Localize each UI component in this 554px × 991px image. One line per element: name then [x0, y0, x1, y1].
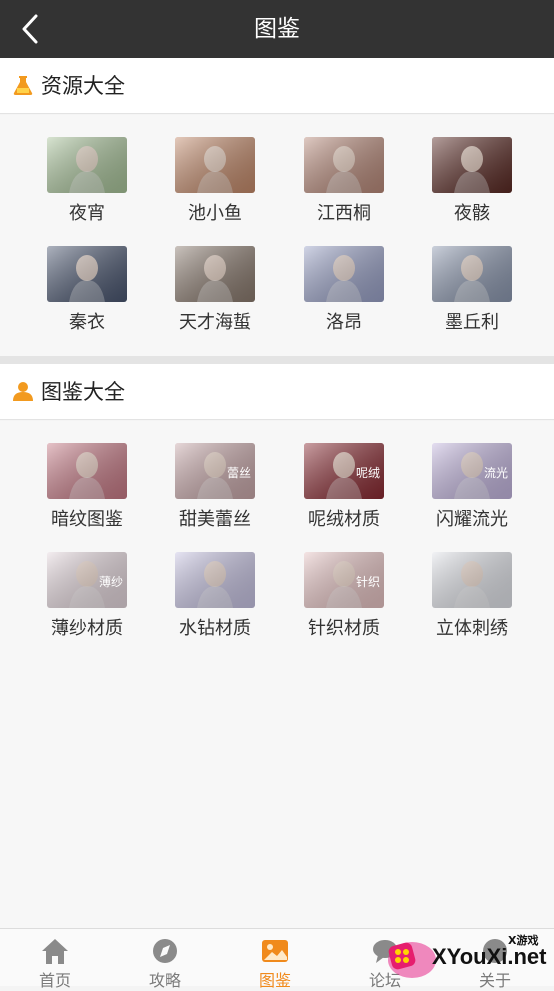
- tab-home[interactable]: 首页: [0, 929, 110, 990]
- item-thumbnail: [47, 137, 127, 193]
- tab-label: 攻略: [148, 971, 181, 990]
- item-label: 闪耀流光: [436, 509, 508, 530]
- grid-item[interactable]: 江西桐: [294, 137, 394, 237]
- section-header-collection: 图鉴大全: [0, 364, 554, 420]
- item-label: 薄纱材质: [51, 618, 123, 639]
- grid-item[interactable]: 流光闪耀流光: [422, 443, 522, 543]
- thumbnail-overlay-text: 流光: [484, 466, 509, 480]
- item-label: 立体刺绣: [436, 618, 508, 639]
- item-label: 针织材质: [308, 618, 380, 639]
- grid-item[interactable]: 墨丘利: [422, 246, 522, 346]
- grid-item[interactable]: 水钻材质: [165, 552, 265, 652]
- grid-item[interactable]: 薄纱薄纱材质: [37, 552, 137, 652]
- grid-item[interactable]: 针织针织材质: [294, 552, 394, 652]
- tab-gallery[interactable]: 图鉴: [220, 929, 330, 990]
- grid-item[interactable]: 池小鱼: [165, 137, 265, 237]
- item-label: 天才海蜇: [179, 312, 251, 333]
- item-thumbnail: 蕾丝: [175, 443, 255, 499]
- section-title: 图鉴大全: [41, 380, 125, 404]
- image-icon: [262, 940, 288, 962]
- item-thumbnail: [432, 246, 512, 302]
- grid-item[interactable]: 立体刺绣: [422, 552, 522, 652]
- tab-label: 图鉴: [258, 971, 291, 990]
- item-thumbnail: 呢绒: [304, 443, 384, 499]
- thumbnail-overlay-text: 薄纱: [99, 575, 124, 589]
- grid-item[interactable]: 呢绒呢绒材质: [294, 443, 394, 543]
- tab-guides[interactable]: 攻略: [110, 929, 220, 990]
- item-label: 夜骸: [454, 203, 490, 224]
- item-thumbnail: [47, 443, 127, 499]
- item-label: 秦衣: [69, 312, 105, 333]
- item-label: 水钻材质: [179, 618, 251, 639]
- section-title: 资源大全: [41, 74, 125, 98]
- compass-icon: [153, 939, 177, 963]
- page-title: 图鉴: [254, 16, 300, 42]
- thumbnail-overlay-text: 蕾丝: [227, 466, 252, 480]
- grid-item[interactable]: 天才海蜇: [165, 246, 265, 346]
- grid-item[interactable]: 秦衣: [37, 246, 137, 346]
- item-thumbnail: [304, 246, 384, 302]
- watermark-text: XYouXi.net: [432, 944, 547, 969]
- item-label: 夜宵: [69, 203, 105, 224]
- item-thumbnail: [47, 246, 127, 302]
- tab-label: 首页: [38, 971, 71, 990]
- item-label: 江西桐: [317, 203, 371, 224]
- item-thumbnail: [175, 137, 255, 193]
- grid-item[interactable]: 夜宵: [37, 137, 137, 237]
- item-label: 洛昂: [326, 312, 362, 333]
- item-label: 暗纹图鉴: [51, 509, 123, 530]
- person-icon: [12, 380, 34, 402]
- item-thumbnail: [304, 137, 384, 193]
- item-thumbnail: 流光: [432, 443, 512, 499]
- grid-item[interactable]: 蕾丝甜美蕾丝: [165, 443, 265, 543]
- item-label: 甜美蕾丝: [179, 509, 251, 530]
- item-label: 池小鱼: [188, 203, 242, 224]
- section-header-resources: 资源大全: [0, 58, 554, 114]
- item-thumbnail: [175, 552, 255, 608]
- site-watermark: X游戏 XYouXi.net: [384, 930, 554, 986]
- home-icon: [42, 939, 68, 964]
- item-label: 呢绒材质: [308, 509, 380, 530]
- grid-item[interactable]: 洛昂: [294, 246, 394, 346]
- thumbnail-overlay-text: 针织: [356, 575, 381, 589]
- item-thumbnail: 薄纱: [47, 552, 127, 608]
- grid-item[interactable]: 夜骸: [422, 137, 522, 237]
- grid-item[interactable]: 暗纹图鉴: [37, 443, 137, 543]
- item-label: 墨丘利: [445, 312, 499, 333]
- item-thumbnail: [432, 137, 512, 193]
- top-bar: 图鉴: [0, 0, 554, 58]
- collection-grid: 暗纹图鉴 蕾丝 甜美蕾丝 呢绒 呢绒材质 流光 闪耀流光 薄纱 薄纱材质 水钻材质 针织 针织材质 立体…: [0, 421, 554, 928]
- item-thumbnail: 针织: [304, 552, 384, 608]
- item-thumbnail: [432, 552, 512, 608]
- item-thumbnail: [175, 246, 255, 302]
- flask-icon: [12, 74, 34, 96]
- thumbnail-overlay-text: 呢绒: [356, 466, 381, 480]
- resource-grid: 夜宵 池小鱼 江西桐 夜骸秦衣 天才海蜇 洛昂 墨丘利: [0, 115, 554, 356]
- section-divider: [0, 356, 554, 364]
